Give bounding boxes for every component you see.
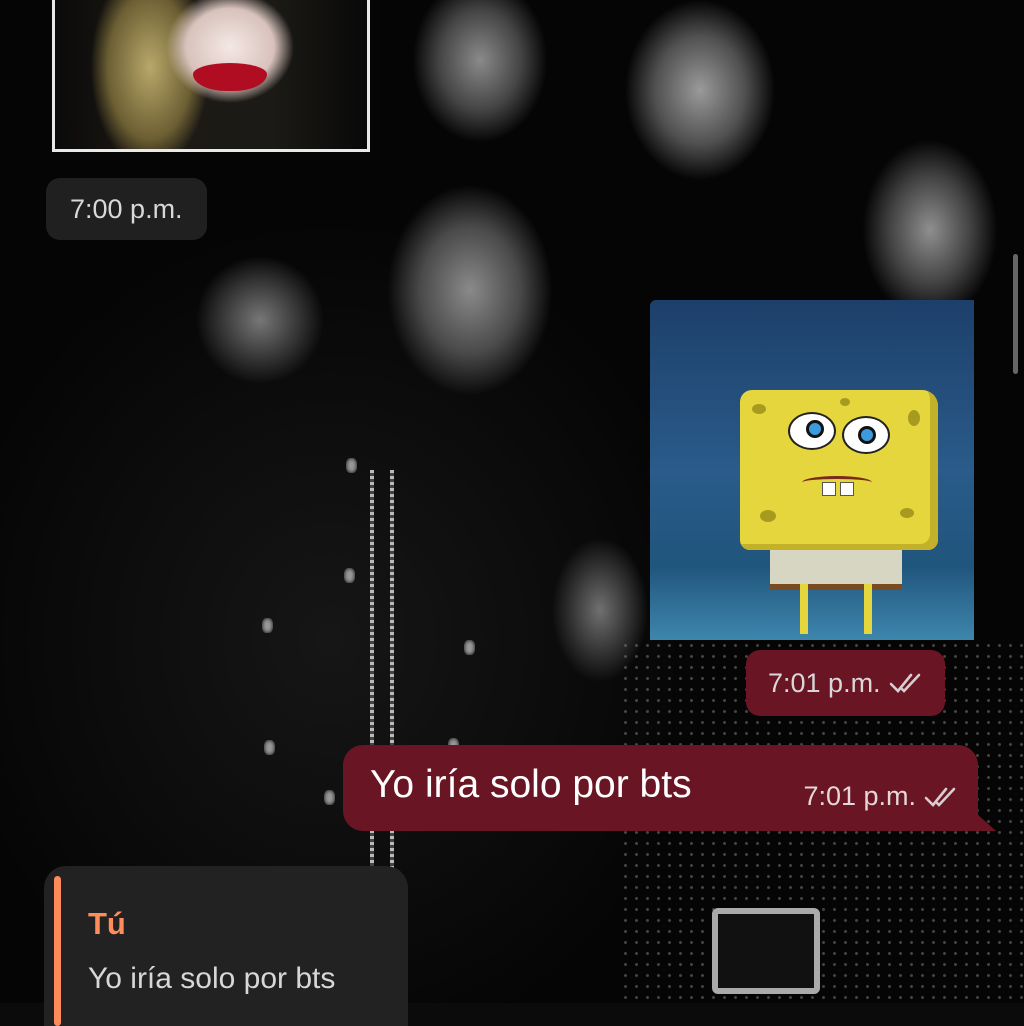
reply-preview[interactable]: Tú Yo iría solo por bts bbox=[44, 866, 408, 1026]
wallpaper-belt bbox=[712, 908, 820, 994]
message-photo[interactable] bbox=[52, 0, 370, 152]
timestamp-text: 7:00 p.m. bbox=[70, 193, 183, 224]
reply-text: Yo iría solo por bts bbox=[88, 962, 336, 995]
timestamp-text: 7:01 p.m. bbox=[803, 781, 916, 811]
double-check-icon bbox=[924, 785, 958, 809]
message-timestamp: 7:01 p.m. bbox=[746, 650, 945, 716]
photo-detail bbox=[193, 63, 267, 91]
sticker-detail bbox=[770, 550, 902, 590]
bubble-tail bbox=[976, 813, 996, 831]
scrollbar[interactable] bbox=[1013, 254, 1018, 374]
message-meta: 7:01 p.m. bbox=[803, 781, 958, 812]
message-timestamp: 7:00 p.m. bbox=[46, 178, 207, 240]
message-sticker[interactable] bbox=[650, 300, 974, 640]
timestamp-text: 7:01 p.m. bbox=[768, 667, 881, 698]
reply-accent-bar bbox=[54, 876, 61, 1026]
double-check-icon bbox=[889, 671, 923, 695]
message-text: Yo iría solo por bts bbox=[370, 763, 692, 806]
message-bubble-outgoing[interactable]: Yo iría solo por bts 7:01 p.m. bbox=[343, 745, 996, 831]
reply-sender: Tú bbox=[88, 906, 126, 941]
spongebob-sticker bbox=[740, 390, 938, 550]
